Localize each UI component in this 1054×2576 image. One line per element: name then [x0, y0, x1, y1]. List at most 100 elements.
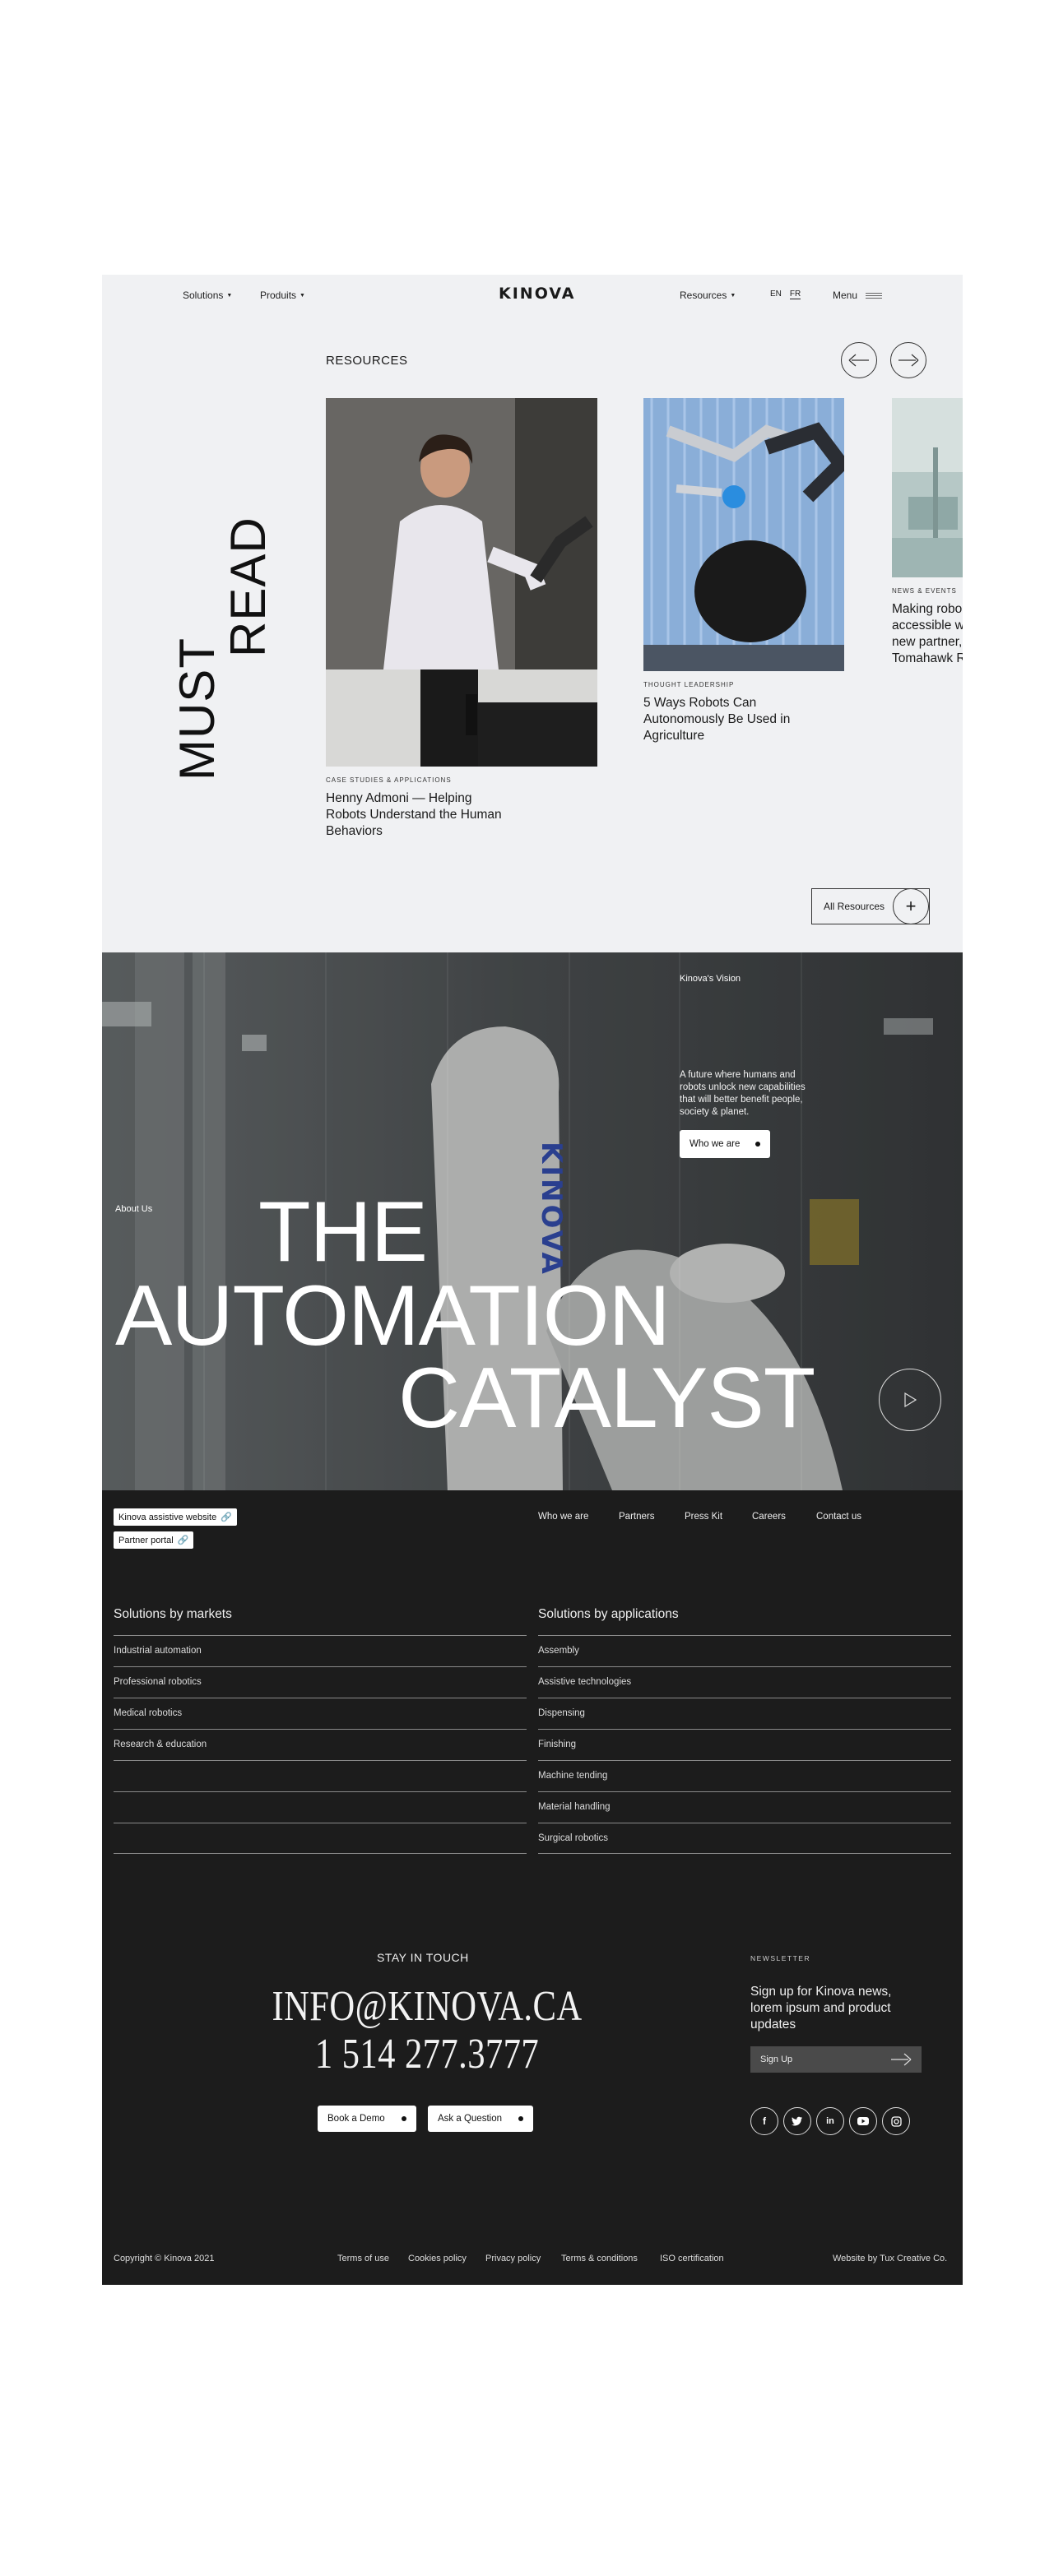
youtube-icon[interactable]: [849, 2107, 877, 2135]
ask-question-button[interactable]: Ask a Question: [428, 2106, 533, 2132]
must-read-heading: MUST READ: [169, 509, 295, 781]
assistive-website-link[interactable]: Kinova assistive website 🔗: [114, 1508, 237, 1526]
footer-nav-partners[interactable]: Partners: [619, 1512, 654, 1522]
dot-icon: [518, 2116, 523, 2121]
footer: Kinova assistive website 🔗 Partner porta…: [102, 1490, 963, 2285]
about-us-label: About Us: [115, 1204, 153, 1214]
external-link-icon: 🔗: [177, 1536, 189, 1545]
facebook-icon[interactable]: f: [750, 2107, 778, 2135]
applications-list: Assembly Assistive technologies Dispensi…: [538, 1635, 951, 1854]
cookies-policy-link[interactable]: Cookies policy: [408, 2254, 467, 2263]
who-we-are-button[interactable]: Who we are: [680, 1130, 770, 1158]
application-assistive-technologies[interactable]: Assistive technologies: [538, 1666, 951, 1698]
list-divider: [114, 1823, 527, 1854]
ask-question-label: Ask a Question: [438, 2114, 502, 2124]
resource-card[interactable]: THOUGHT LEADERSHIP 5 Ways Robots Can Aut…: [643, 398, 844, 744]
card-title[interactable]: 5 Ways Robots Can Autonomously Be Used i…: [643, 695, 808, 744]
caret-down-icon: ▼: [730, 292, 736, 299]
contact-phone[interactable]: 1 514 277.3777: [262, 2030, 592, 2078]
website-credit[interactable]: Website by Tux Creative Co.: [833, 2254, 947, 2263]
applications-title: Solutions by applications: [538, 1607, 679, 1621]
card-category: CASE STUDIES & APPLICATIONS: [326, 776, 452, 784]
lang-fr[interactable]: FR: [789, 290, 801, 299]
arrow-right-icon: [891, 2053, 912, 2066]
next-button[interactable]: [890, 342, 926, 378]
vision-label: Kinova's Vision: [680, 974, 741, 984]
application-finishing[interactable]: Finishing: [538, 1729, 951, 1760]
application-surgical-robotics[interactable]: Surgical robotics: [538, 1823, 951, 1854]
list-divider: [114, 1760, 527, 1791]
dot-icon: [402, 2116, 406, 2121]
terms-of-use-link[interactable]: Terms of use: [337, 2254, 389, 2263]
hero-line-automation: AUTOMATION: [115, 1268, 671, 1364]
nav-produits[interactable]: Produits ▼: [260, 290, 305, 301]
external-link-icon: 🔗: [221, 1513, 232, 1522]
contact-email[interactable]: INFO@KINOVA.CA: [262, 1982, 592, 2031]
nav-solutions[interactable]: Solutions ▼: [183, 290, 232, 301]
card-category: NEWS & EVENTS: [892, 587, 957, 595]
top-nav: Solutions ▼ Produits ▼ KINOVA Resources …: [102, 275, 963, 316]
resources-title: RESOURCES: [326, 354, 408, 368]
copyright: Copyright © Kinova 2021: [114, 2254, 215, 2263]
stay-in-touch-label: STAY IN TOUCH: [377, 1951, 469, 1964]
dot-icon: [755, 1142, 760, 1147]
footer-nav-careers[interactable]: Careers: [752, 1512, 786, 1522]
application-material-handling[interactable]: Material handling: [538, 1791, 951, 1823]
menu-button[interactable]: Menu: [833, 290, 883, 301]
arm-brand-text: KINOVA: [535, 1142, 568, 1276]
market-professional-robotics[interactable]: Professional robotics: [114, 1666, 527, 1698]
must-read-line2: READ: [221, 517, 276, 657]
newsletter-text: Sign up for Kinova news, lorem ipsum and…: [750, 1985, 892, 2032]
nav-resources-label: Resources: [680, 290, 727, 301]
card-image-person: [326, 398, 597, 767]
terms-conditions-link[interactable]: Terms & conditions: [561, 2254, 638, 2263]
play-video-button[interactable]: [879, 1369, 941, 1431]
hero-line-catalyst: CATALYST: [398, 1351, 815, 1446]
hero-section: KINOVA Kinova's Vision A future where hu…: [102, 952, 963, 1490]
menu-label: Menu: [833, 290, 858, 301]
partner-portal-label: Partner portal: [118, 1535, 174, 1545]
prev-button[interactable]: [841, 342, 877, 378]
market-medical-robotics[interactable]: Medical robotics: [114, 1698, 527, 1729]
caret-down-icon: ▼: [299, 292, 305, 299]
footer-nav-press-kit[interactable]: Press Kit: [685, 1512, 722, 1522]
list-divider: [114, 1791, 527, 1823]
instagram-icon[interactable]: [882, 2107, 910, 2135]
play-icon: [904, 1392, 917, 1407]
card-title[interactable]: Making robo accessible w new partner, To…: [892, 601, 963, 667]
arrow-right-icon: [898, 354, 919, 367]
partner-portal-link[interactable]: Partner portal 🔗: [114, 1531, 194, 1549]
sign-up-button[interactable]: Sign Up: [750, 2046, 922, 2073]
privacy-policy-link[interactable]: Privacy policy: [485, 2254, 541, 2263]
nav-produits-label: Produits: [260, 290, 297, 301]
resource-card[interactable]: NEWS & EVENTS Making robo accessible w n…: [892, 398, 963, 667]
lang-en[interactable]: EN: [770, 290, 782, 299]
footer-nav-who-we-are[interactable]: Who we are: [538, 1512, 588, 1522]
who-we-are-label: Who we are: [690, 1139, 741, 1149]
footer-nav-contact-us[interactable]: Contact us: [816, 1512, 861, 1522]
hamburger-icon: [866, 292, 883, 299]
page: Solutions ▼ Produits ▼ KINOVA Resources …: [102, 275, 963, 2285]
card-title[interactable]: Henny Admoni — Helping Robots Understand…: [326, 790, 515, 840]
book-demo-button[interactable]: Book a Demo: [318, 2106, 416, 2132]
language-switcher: EN FR: [770, 290, 801, 299]
must-read-line1: MUST: [169, 637, 225, 781]
linkedin-icon[interactable]: in: [816, 2107, 844, 2135]
resource-card[interactable]: CASE STUDIES & APPLICATIONS Henny Admoni…: [326, 398, 597, 840]
card-category: THOUGHT LEADERSHIP: [643, 681, 735, 688]
iso-certification-link[interactable]: ISO certification: [660, 2254, 724, 2263]
vision-text: A future where humans and robots unlock …: [680, 1070, 806, 1117]
application-dispensing[interactable]: Dispensing: [538, 1698, 951, 1729]
all-resources-button[interactable]: All Resources +: [811, 888, 930, 924]
all-resources-label: All Resources: [824, 901, 885, 912]
resources-section: Solutions ▼ Produits ▼ KINOVA Resources …: [102, 275, 963, 952]
twitter-icon[interactable]: [783, 2107, 811, 2135]
application-assembly[interactable]: Assembly: [538, 1635, 951, 1666]
nav-resources[interactable]: Resources ▼: [680, 290, 736, 301]
assistive-website-label: Kinova assistive website: [118, 1512, 217, 1522]
kinova-logo[interactable]: KINOVA: [499, 285, 575, 303]
market-research-education[interactable]: Research & education: [114, 1729, 527, 1760]
market-industrial-automation[interactable]: Industrial automation: [114, 1635, 527, 1666]
markets-list: Industrial automation Professional robot…: [114, 1635, 527, 1854]
application-machine-tending[interactable]: Machine tending: [538, 1760, 951, 1791]
